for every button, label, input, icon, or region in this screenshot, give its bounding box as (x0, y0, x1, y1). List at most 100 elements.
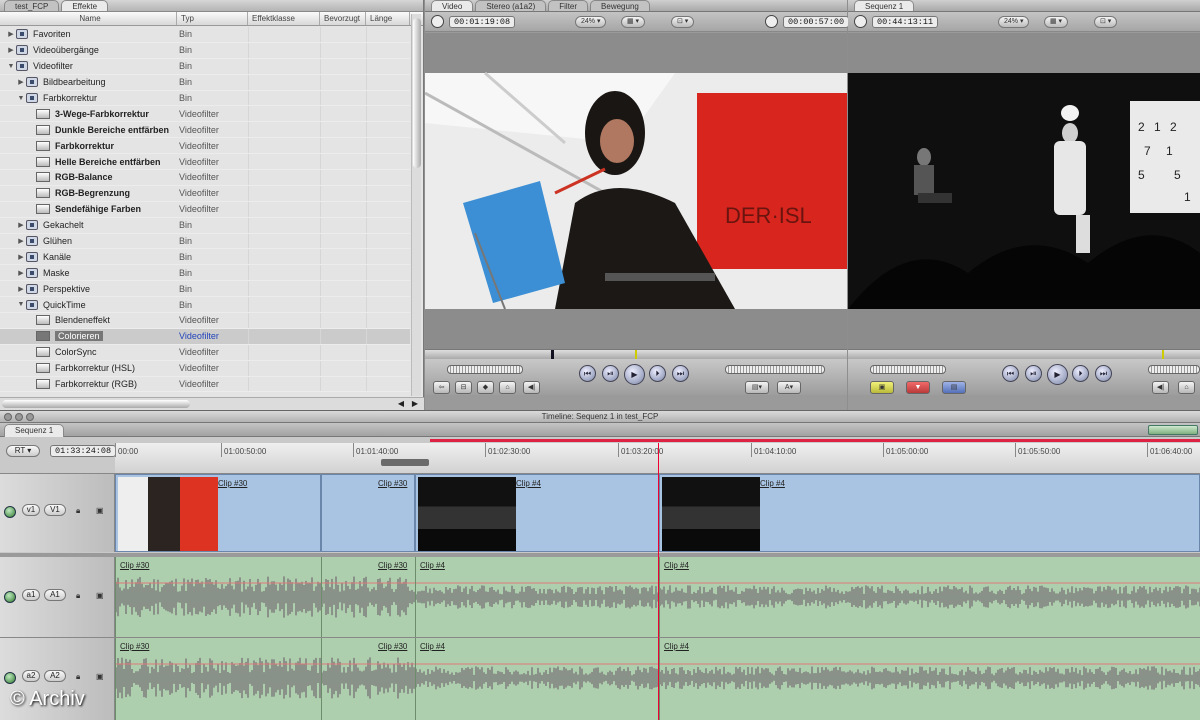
browser-row[interactable]: ▼ Videofilter Bin (0, 58, 410, 75)
go-to-previous-edit-icon[interactable]: ⏮ (579, 365, 596, 382)
viewer-scrubber-bar[interactable] (425, 349, 847, 359)
browser-row[interactable]: Farbkorrektur (HSL) Videofilter (0, 360, 410, 377)
timeline-playhead[interactable] (658, 443, 659, 720)
add-keyframe-icon[interactable]: ◆ (477, 381, 494, 394)
play-around-icon[interactable]: ⏵ (649, 365, 666, 382)
disclosure-closed-icon[interactable]: ▶ (16, 253, 26, 261)
browser-row[interactable]: Dunkle Bereiche entfärben Videofilter (0, 122, 410, 139)
viewer-playhead[interactable] (551, 350, 554, 359)
column-preferred[interactable]: Bevorzugt (320, 12, 366, 25)
disclosure-open-icon[interactable]: ▼ (6, 63, 16, 70)
audio-clip[interactable]: Clip #4 (659, 638, 1200, 720)
play-in-to-out-icon[interactable]: ⏯ (602, 365, 619, 382)
recent-clips-icon[interactable]: ▤▾ (745, 381, 769, 394)
source-track-a1[interactable]: a1 (22, 589, 40, 601)
browser-row[interactable]: Blendeneffekt Videofilter (0, 313, 410, 329)
video-clip[interactable]: Clip #30 (321, 474, 415, 552)
viewer-zoom-popup[interactable]: 24% ▾ (575, 16, 607, 28)
disclosure-closed-icon[interactable]: ▶ (16, 285, 26, 293)
mark-in-icon[interactable]: ◀| (1152, 381, 1169, 394)
browser-row[interactable]: ▼ Farbkorrektur Bin (0, 90, 410, 107)
canvas-jog-control[interactable] (1148, 365, 1200, 374)
zoom-window-icon[interactable] (26, 413, 34, 421)
disclosure-open-icon[interactable]: ▼ (16, 301, 26, 308)
minimize-window-icon[interactable] (15, 413, 23, 421)
viewer-shuttle-control[interactable] (447, 365, 523, 374)
lock-icon[interactable]: 🔒︎ (76, 591, 80, 601)
destination-track-a1[interactable]: A1 (44, 589, 66, 601)
tab-test-fcp[interactable]: test_FCP (4, 0, 60, 11)
canvas-video-area[interactable]: 212 71 551 (848, 33, 1200, 349)
auto-select-icon[interactable]: ▣ (96, 591, 104, 600)
go-to-previous-edit-icon[interactable]: ⏮ (1002, 365, 1019, 382)
timeline-current-timecode[interactable]: 01:33:24:08 (50, 445, 117, 457)
browser-row[interactable]: ▶ Bildbearbeitung Bin (0, 74, 410, 91)
audio-clip[interactable]: Clip #4 (415, 638, 660, 720)
browser-row[interactable]: ▶ Maske Bin (0, 265, 410, 282)
audio-enable-toggle-icon[interactable] (4, 591, 16, 603)
video-clip[interactable]: Clip #4 (415, 474, 659, 552)
viewer-jog-control[interactable] (725, 365, 825, 374)
browser-row[interactable]: RGB-Begrenzung Videofilter (0, 185, 410, 202)
scroll-left-arrow-icon[interactable]: ◀ (398, 399, 404, 408)
disclosure-closed-icon[interactable]: ▶ (16, 237, 26, 245)
destination-track-v1[interactable]: V1 (44, 504, 66, 516)
play-button-icon[interactable]: ▶ (1047, 364, 1068, 385)
disclosure-closed-icon[interactable]: ▶ (6, 30, 16, 38)
tab-sequenz-1[interactable]: Sequenz 1 (854, 0, 915, 11)
timeline-toolbar-buttons[interactable] (1148, 425, 1198, 435)
replace-edit-icon[interactable]: ▤ (942, 381, 966, 394)
audio-clip[interactable]: Clip #30 (321, 638, 416, 720)
viewer-current-timecode[interactable]: 00:00:57:00 (783, 16, 850, 28)
play-button-icon[interactable]: ▶ (624, 364, 645, 385)
mark-clip-icon[interactable]: ⊟ (455, 381, 472, 394)
rt-popup[interactable]: RT ▾ (6, 445, 40, 457)
browser-row[interactable]: Farbkorrektur (RGB) Videofilter (0, 376, 410, 393)
browser-row[interactable]: ▶ Gekachelt Bin (0, 217, 410, 234)
browser-row[interactable]: Helle Bereiche entfärben Videofilter (0, 154, 410, 171)
scroll-right-arrow-icon[interactable]: ▶ (412, 399, 418, 408)
browser-row[interactable]: Colorieren Videofilter (0, 328, 410, 345)
play-in-to-out-icon[interactable]: ⏯ (1025, 365, 1042, 382)
audio-enable-toggle-icon[interactable] (4, 672, 16, 684)
add-marker-icon[interactable]: ⌂ (1178, 381, 1195, 394)
tab-bewegung[interactable]: Bewegung (590, 0, 650, 11)
column-effect-class[interactable]: Effektklasse (248, 12, 320, 25)
canvas-overlay-popup[interactable]: ⊡ ▾ (1094, 16, 1118, 28)
disclosure-closed-icon[interactable]: ▶ (16, 221, 26, 229)
audio-clip[interactable]: Clip #4 (415, 557, 660, 637)
canvas-shuttle-control[interactable] (870, 365, 946, 374)
viewer-overlay-popup[interactable]: ⊡ ▾ (671, 16, 695, 28)
browser-row[interactable]: 3-Wege-Farbkorrektur Videofilter (0, 106, 410, 123)
canvas-view-popup[interactable]: ▦ ▾ (1044, 16, 1069, 28)
video-clip[interactable]: Clip #30 (115, 474, 321, 552)
browser-row[interactable]: Sendefähige Farben Videofilter (0, 201, 410, 218)
browser-row[interactable]: ColorSync Videofilter (0, 344, 410, 361)
audio-clip[interactable]: Clip #4 (659, 557, 1200, 637)
viewer-video-area[interactable]: DER·ISL (424, 33, 847, 349)
scroll-thumb[interactable] (2, 400, 190, 408)
close-window-icon[interactable] (4, 413, 12, 421)
browser-row[interactable]: ▶ Perspektive Bin (0, 281, 410, 298)
browser-row[interactable]: ▶ Videoübergänge Bin (0, 42, 410, 59)
lock-icon[interactable]: 🔒︎ (76, 506, 80, 516)
canvas-timecode[interactable]: 00:44:13:11 (872, 16, 939, 28)
lock-icon[interactable]: 🔒︎ (76, 672, 80, 682)
disclosure-closed-icon[interactable]: ▶ (16, 78, 26, 86)
auto-select-icon[interactable]: ▣ (96, 672, 104, 681)
source-track-v1[interactable]: v1 (22, 504, 40, 516)
tab-filter[interactable]: Filter (548, 0, 589, 11)
track-visibility-toggle-icon[interactable] (4, 506, 16, 518)
canvas-zoom-popup[interactable]: 24% ▾ (998, 16, 1030, 28)
canvas-scrubber-bar[interactable] (848, 349, 1200, 359)
tab-stereo[interactable]: Stereo (a1a2) (475, 0, 547, 11)
viewer-duration-timecode[interactable]: 00:01:19:08 (449, 16, 516, 28)
browser-row[interactable]: ▶ Kanäle Bin (0, 249, 410, 266)
disclosure-open-icon[interactable]: ▼ (16, 95, 26, 102)
auto-select-icon[interactable]: ▣ (96, 506, 104, 515)
audio-clip[interactable]: Clip #30 (115, 638, 322, 720)
audio-clip[interactable]: Clip #30 (321, 557, 416, 637)
disclosure-closed-icon[interactable]: ▶ (16, 269, 26, 277)
mark-in-icon[interactable]: ◀| (523, 381, 540, 394)
video-clip[interactable]: Clip #4 (659, 474, 1200, 552)
